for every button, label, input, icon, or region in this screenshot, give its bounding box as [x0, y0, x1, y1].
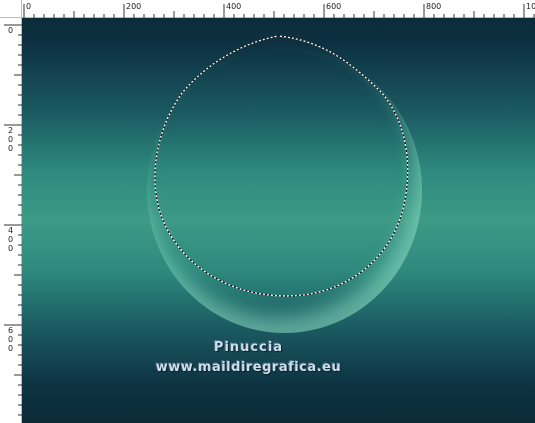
ruler-left-label: 6	[8, 326, 13, 335]
image-editor-window: Pinuccia www.maildiregrafica.eu 0 200 400 6…	[0, 0, 535, 423]
ruler-corner	[0, 0, 22, 18]
ruler-left-label: 4	[8, 226, 13, 235]
ruler-left-label: 0	[8, 335, 13, 344]
ruler-top-label: 0	[26, 2, 31, 11]
ruler-left-label: 0	[8, 26, 13, 35]
ruler-top-label: 400	[226, 2, 241, 11]
ruler-left-label: 0	[8, 244, 13, 253]
ruler-left-label: 2	[8, 126, 13, 135]
ruler-top-label: 800	[426, 2, 441, 11]
vertical-ruler[interactable]: 0200400600	[0, 0, 22, 423]
ruler-top-label: 600	[326, 2, 341, 11]
ruler-left-label: 0	[8, 235, 13, 244]
ruler-left-label: 0	[8, 344, 13, 353]
image-canvas[interactable]: Pinuccia www.maildiregrafica.eu	[22, 18, 535, 423]
ruler-left-label: 0	[8, 135, 13, 144]
selection-marching-ants	[154, 35, 409, 297]
ruler-left-label: 0	[8, 144, 13, 153]
horizontal-ruler[interactable]: 0 200 400 600 800 10	[0, 0, 535, 18]
ruler-top-label: 200	[126, 2, 141, 11]
selection-outline	[154, 35, 409, 297]
watermark-url: www.maildiregrafica.eu	[155, 360, 342, 375]
watermark-author: Pinuccia	[213, 340, 284, 355]
ruler-top-label: 10	[526, 2, 535, 11]
